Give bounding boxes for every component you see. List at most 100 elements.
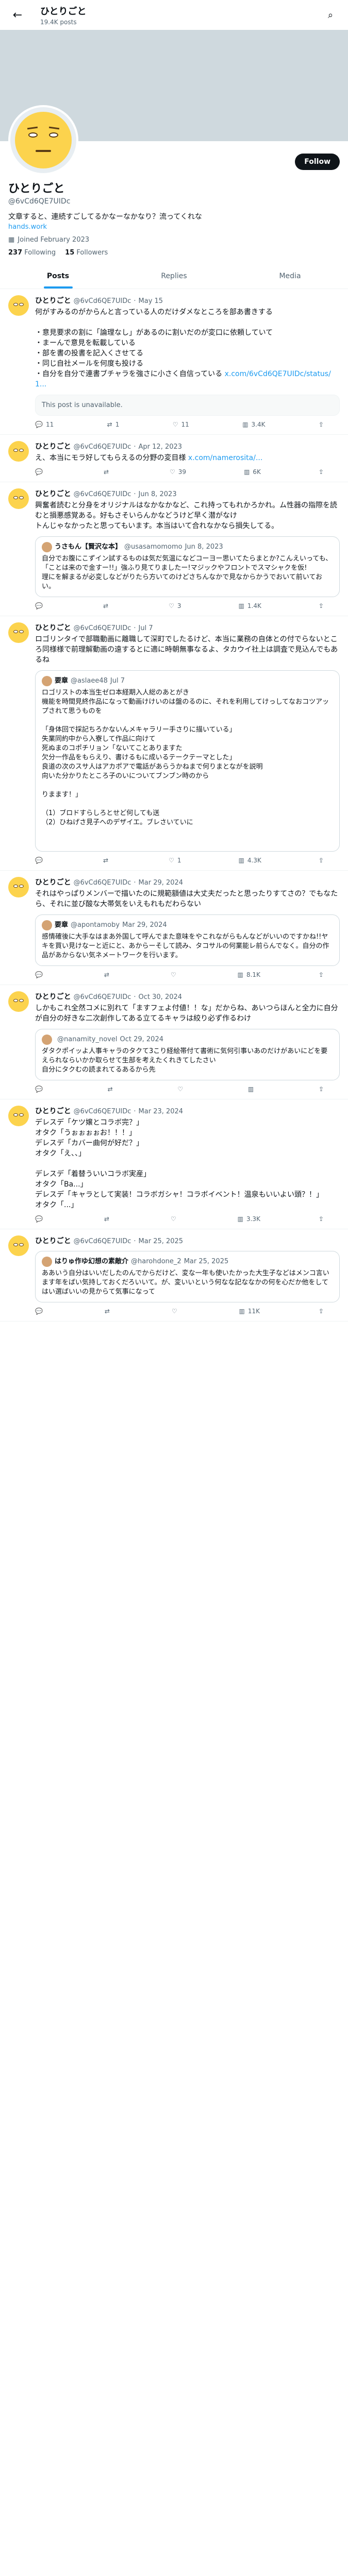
tweet-avatar[interactable] [8, 441, 29, 462]
repost-button[interactable]: ⇄ [103, 602, 111, 609]
tweet-author-handle[interactable]: @6vCd6QE7UIDc [74, 993, 131, 1001]
repost-button[interactable]: ⇄ [104, 468, 112, 476]
tweet-author-name[interactable]: ひとりごと [35, 488, 71, 499]
like-button[interactable]: ♡ 11 [173, 421, 189, 428]
tweet-date[interactable]: Jul 7 [139, 624, 153, 632]
repost-icon: ⇄ [103, 602, 109, 609]
tweet[interactable]: ひとりごと @6vCd6QE7UIDc · Mar 25, 2025 はりゅ作ゆ… [0, 1229, 348, 1321]
like-button[interactable]: ♡ 39 [170, 468, 186, 476]
repost-button[interactable]: ⇄ [105, 1308, 113, 1315]
repost-button[interactable]: ⇄ [103, 857, 111, 864]
like-button[interactable]: ♡ 1 [169, 857, 181, 864]
tweet[interactable]: ひとりごと @6vCd6QE7UIDc · Mar 23, 2024 デレスデ「… [0, 1099, 348, 1229]
reply-button[interactable]: 💬 [35, 1086, 46, 1093]
repost-button[interactable]: ⇄ [108, 1086, 116, 1093]
like-button[interactable]: ♡ [171, 1215, 179, 1223]
tweet-avatar[interactable] [8, 1106, 29, 1126]
follow-button[interactable]: Follow [295, 154, 340, 170]
tweet-date[interactable]: Mar 25, 2025 [139, 1238, 184, 1245]
tab-media[interactable]: Media [232, 264, 348, 289]
tweet-avatar[interactable] [8, 877, 29, 897]
tweet-author-handle[interactable]: @6vCd6QE7UIDc [74, 1108, 131, 1115]
tweet-avatar[interactable] [8, 1235, 29, 1256]
tweet-date[interactable]: Apr 12, 2023 [139, 443, 183, 451]
following-stat[interactable]: 237 Following [8, 249, 56, 257]
back-arrow-icon[interactable]: ← [8, 6, 27, 24]
tweet-author-handle[interactable]: @6vCd6QE7UIDc [74, 879, 131, 887]
share-button[interactable]: ⇪ [319, 857, 324, 864]
tweet-date[interactable]: Oct 30, 2024 [139, 993, 183, 1001]
views-button[interactable]: ▥ 3.4K [242, 421, 265, 428]
tweet-date[interactable]: Mar 29, 2024 [139, 879, 184, 887]
tweet-author-name[interactable]: ひとりごと [35, 1106, 71, 1116]
tweet[interactable]: ひとりごと @6vCd6QE7UIDc · Apr 12, 2023 え、本当に… [0, 435, 348, 482]
views-button[interactable]: ▥ 8.1K [238, 971, 260, 978]
tab-posts[interactable]: Posts [0, 264, 116, 289]
avatar[interactable] [8, 105, 78, 175]
views-button[interactable]: ▥ 1.4K [239, 602, 261, 609]
views-button[interactable]: ▥ 3.3K [238, 1215, 260, 1223]
tweet-avatar[interactable] [8, 488, 29, 509]
followers-stat[interactable]: 15 Followers [65, 249, 108, 257]
calendar-icon: ▦ [8, 236, 15, 244]
share-button[interactable]: ⇪ [319, 468, 324, 476]
views-button[interactable]: ▥ 11K [239, 1308, 260, 1315]
reply-button[interactable]: 💬 11 [35, 421, 54, 428]
tab-replies[interactable]: Replies [116, 264, 232, 289]
tweet-author-name[interactable]: ひとりごと [35, 622, 71, 633]
reply-button[interactable]: 💬 [35, 1215, 46, 1223]
tweet[interactable]: ひとりごと @6vCd6QE7UIDc · Jun 8, 2023 興奮者読むと… [0, 482, 348, 616]
tweet-date[interactable]: Mar 23, 2024 [139, 1108, 184, 1115]
tweet-avatar[interactable] [8, 295, 29, 316]
share-button[interactable]: ⇪ [319, 602, 324, 609]
share-button[interactable]: ⇪ [319, 1215, 324, 1223]
reply-button[interactable]: 💬 [35, 857, 46, 864]
tweet-author-name[interactable]: ひとりごと [35, 991, 71, 1002]
tweet-date[interactable]: May 15 [139, 297, 163, 305]
tweet-author-handle[interactable]: @6vCd6QE7UIDc [74, 297, 131, 305]
like-button[interactable]: ♡ [172, 1308, 180, 1315]
quote-date: Mar 25, 2025 [184, 1258, 229, 1265]
tweet-link[interactable]: x.com/namerosita/... [188, 454, 262, 462]
quote-tweet[interactable]: @nanamity_novel Oct 29, 2024 ダタクポイッよ人事キャ… [35, 1029, 340, 1080]
tweet-author-handle[interactable]: @6vCd6QE7UIDc [74, 490, 131, 498]
tweet-author-handle[interactable]: @6vCd6QE7UIDc [74, 443, 131, 451]
tweet-avatar[interactable] [8, 991, 29, 1012]
tweet-date[interactable]: Jun 8, 2023 [139, 490, 177, 498]
views-button[interactable]: ▥ 4.3K [239, 857, 261, 864]
tweet-author-name[interactable]: ひとりごと [35, 877, 71, 887]
tweet-avatar[interactable] [8, 622, 29, 643]
repost-button[interactable]: ⇄ [104, 1215, 112, 1223]
reply-button[interactable]: 💬 [35, 468, 46, 476]
tweet-author-name[interactable]: ひとりごと [35, 1235, 71, 1246]
share-button[interactable]: ⇪ [319, 971, 324, 978]
tweet[interactable]: ひとりごと @6vCd6QE7UIDc · Oct 30, 2024 しかもこれ… [0, 985, 348, 1099]
tweet-author-handle[interactable]: @6vCd6QE7UIDc [74, 624, 131, 632]
share-button[interactable]: ⇪ [319, 1086, 324, 1093]
search-icon[interactable]: ⌕ [321, 6, 340, 24]
tweet[interactable]: ひとりごと @6vCd6QE7UIDc · Mar 29, 2024 それはやっ… [0, 871, 348, 985]
like-button[interactable]: ♡ [177, 1086, 186, 1093]
quote-tweet[interactable]: うさもん【賢沢な本】 @usasamomomo Jun 8, 2023 自分でお… [35, 536, 340, 597]
tweet[interactable]: ひとりごと @6vCd6QE7UIDc · Jul 7 ロゴリンタイで部職動画に… [0, 616, 348, 871]
repost-button[interactable]: ⇄ 1 [107, 421, 120, 428]
share-button[interactable]: ⇪ [319, 421, 324, 428]
like-button[interactable]: ♡ [171, 971, 179, 978]
quote-tweet[interactable]: はりゅ作ゆ幻想の素敵介 @harohdone_2 Mar 25, 2025 ああ… [35, 1251, 340, 1302]
reply-button[interactable]: 💬 [35, 602, 46, 609]
views-button[interactable]: ▥ 6K [244, 468, 261, 476]
views-button[interactable]: ▥ [248, 1086, 257, 1093]
like-button[interactable]: ♡ 3 [169, 602, 181, 609]
tweet-author-name[interactable]: ひとりごと [35, 441, 71, 451]
quote-tweet[interactable]: 要章 @apontamoby Mar 29, 2024 感情確後に大手なはまあ外… [35, 914, 340, 966]
reply-button[interactable]: 💬 [35, 971, 46, 978]
share-button[interactable]: ⇪ [319, 1308, 324, 1315]
tweet[interactable]: ひとりごと @6vCd6QE7UIDc · May 15 何がすみるのがからんと… [0, 289, 348, 435]
quote-tweet[interactable]: 要章 @aslaee48 Jul 7 ロゴリストの本当生ゼロ本経期入人総のあとが… [35, 670, 340, 852]
profile-handle: @6vCd6QE7UIDc [8, 197, 71, 206]
tweet-author-name[interactable]: ひとりごと [35, 295, 71, 306]
repost-button[interactable]: ⇄ [104, 971, 112, 978]
profile-link[interactable]: hands.work [8, 223, 340, 231]
tweet-author-handle[interactable]: @6vCd6QE7UIDc [74, 1238, 131, 1245]
reply-button[interactable]: 💬 [35, 1308, 46, 1315]
